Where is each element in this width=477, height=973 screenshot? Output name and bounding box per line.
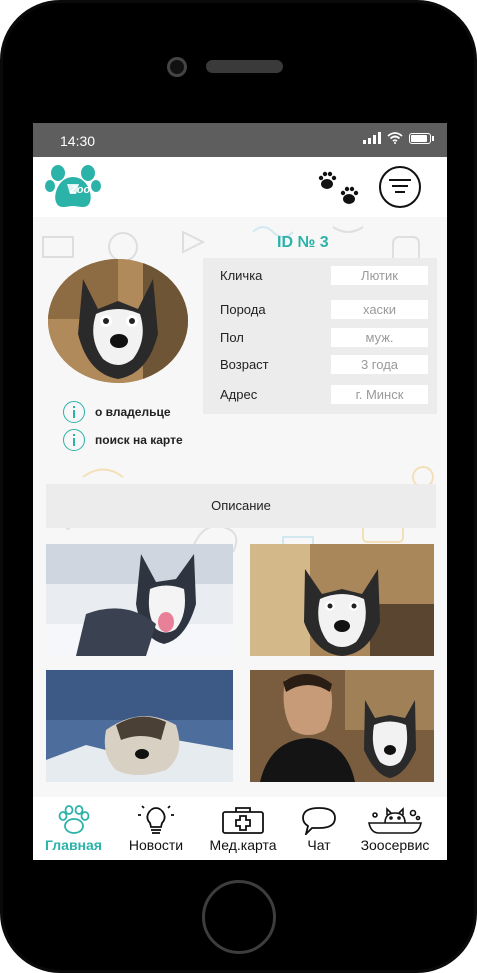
- info-label: Кличка: [220, 268, 263, 283]
- zoo-logo[interactable]: Zoo друг: [45, 164, 101, 212]
- status-bar: 14:30: [33, 123, 447, 157]
- info-row-sex: Пол муж.: [203, 327, 437, 349]
- nav-item-chat[interactable]: Чат: [299, 797, 339, 860]
- status-icons: [363, 132, 434, 144]
- info-row-age: Возраст 3 года: [203, 354, 437, 376]
- info-label: Возраст: [220, 357, 269, 372]
- nav-label: Главная: [45, 837, 102, 853]
- nav-item-home[interactable]: Главная: [41, 797, 106, 860]
- pet-photo[interactable]: [46, 670, 233, 782]
- info-row-address: Адрес г. Минск: [203, 384, 437, 406]
- info-value-field[interactable]: г. Минск: [331, 385, 428, 404]
- husky-avatar-photo: [48, 259, 188, 383]
- logo-text: Zoo: [70, 184, 91, 196]
- app-header: Zoo друг: [33, 157, 447, 217]
- nav-item-zooservice[interactable]: Зоосервис: [353, 797, 437, 860]
- husky-sky-photo: [46, 670, 233, 782]
- lightbulb-icon: [138, 805, 174, 834]
- app-screen: 14:30 Zoo друг ID № 3 Кличка Лютик Пород…: [33, 123, 447, 860]
- menu-icon-line: [392, 185, 408, 187]
- info-value-field[interactable]: Лютик: [331, 266, 428, 285]
- menu-icon-line: [395, 191, 405, 193]
- signal-icon: [363, 132, 381, 144]
- info-value-field[interactable]: муж.: [331, 328, 428, 347]
- speaker-grille: [206, 60, 283, 73]
- chat-bubble-icon: [302, 807, 336, 835]
- front-camera: [167, 57, 187, 77]
- husky-room-photo: [250, 544, 434, 656]
- pet-info-panel: Кличка Лютик Порода хаски Пол муж. Возра…: [203, 258, 437, 414]
- nav-item-medcard[interactable]: Мед.карта: [201, 797, 285, 860]
- bottom-navigation: Главная Новости Мед.карта Чат Зоосервис: [33, 797, 447, 860]
- man-with-husky-photo: [250, 670, 434, 782]
- husky-snow-photo: [46, 544, 233, 656]
- info-label: Пол: [220, 330, 244, 345]
- description-button[interactable]: Описание: [46, 484, 436, 528]
- info-icon: [63, 401, 85, 423]
- phone-frame: 14:30 Zoo друг ID № 3 Кличка Лютик Пород…: [0, 0, 477, 973]
- nav-label: Чат: [307, 837, 331, 853]
- profile-content: ID № 3 Кличка Лютик Порода хаски Пол муж…: [33, 217, 447, 797]
- pet-photo[interactable]: [46, 544, 233, 656]
- info-value-field[interactable]: хаски: [331, 300, 428, 319]
- home-button[interactable]: [202, 880, 276, 954]
- paws-icon[interactable]: [317, 171, 363, 207]
- pet-photo[interactable]: [250, 670, 434, 782]
- logo-subtext: друг: [77, 200, 90, 206]
- menu-icon-line: [389, 179, 411, 181]
- nav-label: Новости: [128, 837, 184, 853]
- owner-link-label: о владельце: [95, 405, 171, 419]
- cat-bath-icon: [368, 807, 422, 834]
- info-label: Адрес: [220, 387, 258, 402]
- nav-label: Зоосервис: [360, 837, 430, 853]
- paw-icon: [58, 805, 89, 834]
- owner-info-link[interactable]: о владельце: [63, 401, 171, 423]
- info-row-breed: Порода хаски: [203, 299, 437, 321]
- pet-photo[interactable]: [250, 544, 434, 656]
- status-time: 14:30: [60, 133, 96, 149]
- menu-button[interactable]: [379, 166, 421, 208]
- info-label: Порода: [220, 302, 266, 317]
- info-row-name: Кличка Лютик: [203, 265, 437, 287]
- nav-label: Мед.карта: [209, 837, 277, 853]
- medkit-icon: [222, 807, 264, 834]
- battery-icon: [409, 132, 434, 144]
- map-link-label: поиск на карте: [95, 433, 183, 447]
- wifi-icon: [387, 132, 403, 144]
- info-icon: [63, 429, 85, 451]
- nav-item-news[interactable]: Новости: [123, 797, 189, 860]
- pet-id-title: ID № 3: [277, 234, 329, 251]
- info-value-field[interactable]: 3 года: [331, 355, 428, 374]
- map-search-link[interactable]: поиск на карте: [63, 429, 183, 451]
- pet-avatar: [48, 259, 188, 383]
